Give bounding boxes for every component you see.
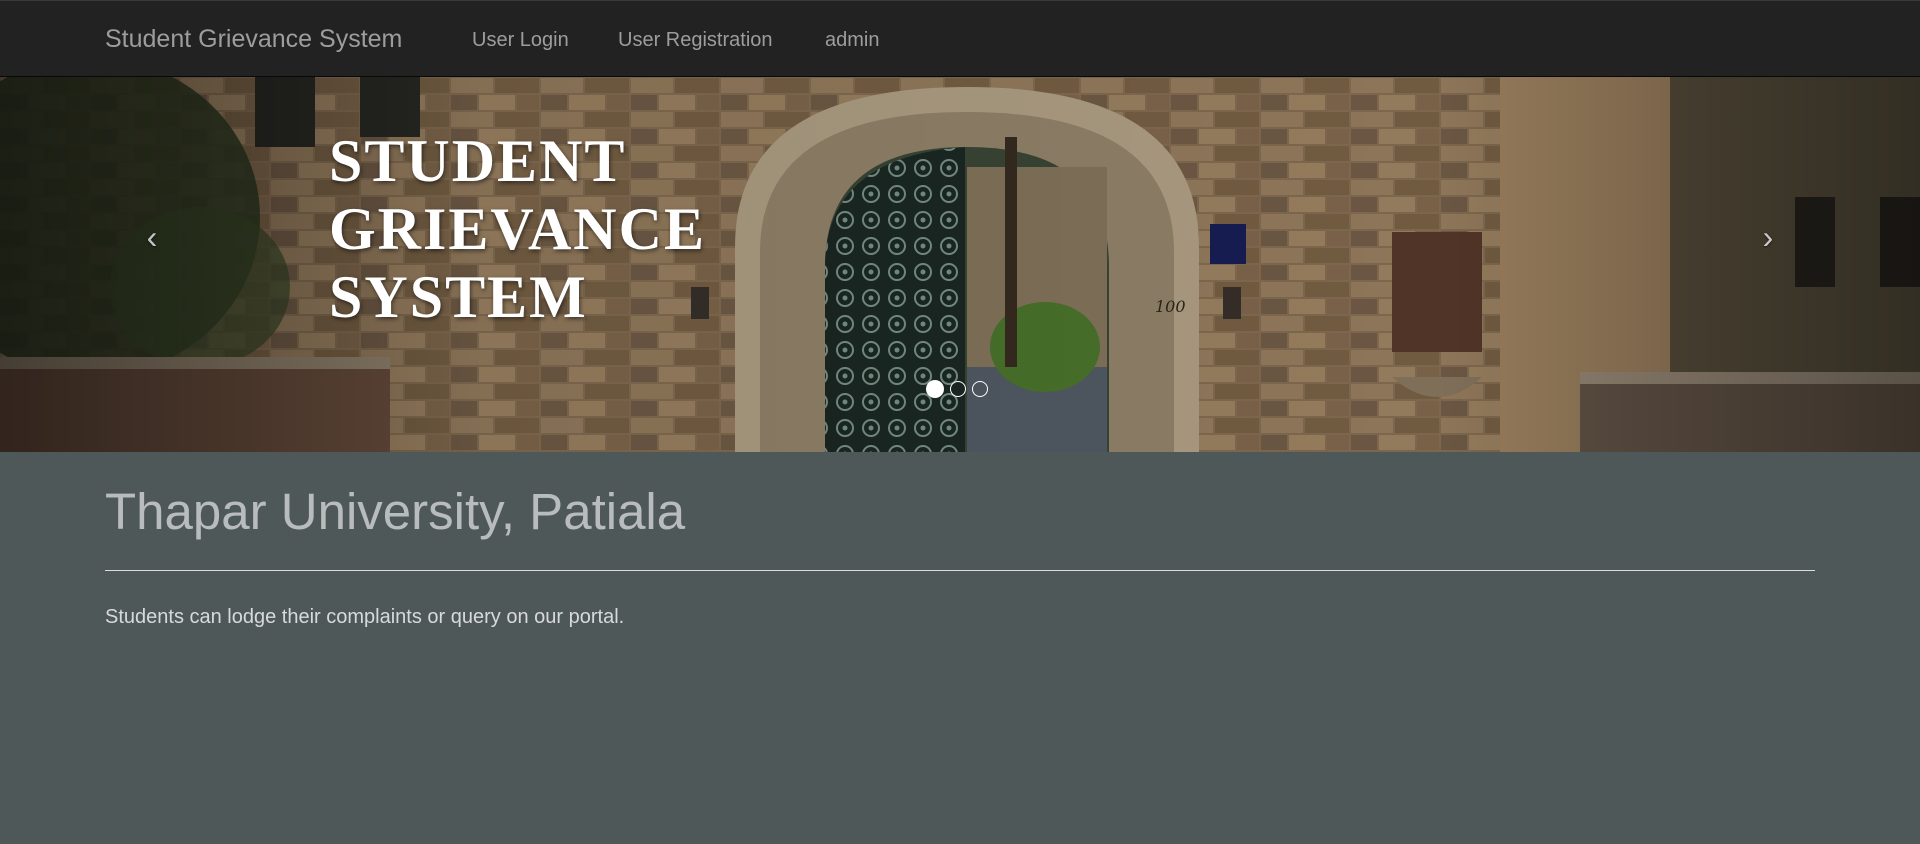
carousel-indicator-1[interactable] [926,380,944,398]
arch-number: 100 [1155,297,1186,316]
nav-user-registration[interactable]: User Registration [618,27,773,53]
caption-line-3: SYSTEM [329,264,588,330]
hero-carousel: 100 STUDENT GRIEVANCE SYSTEM ‹ › [0,77,1920,452]
carousel-indicators [926,380,988,398]
carousel-indicator-2[interactable] [950,381,966,397]
carousel-caption: STUDENT GRIEVANCE SYSTEM [329,127,706,331]
divider [105,570,1815,571]
page-tagline: Students can lodge their complaints or q… [105,606,625,628]
carousel-next-icon[interactable]: › [1753,217,1783,257]
carousel-indicator-3[interactable] [972,381,988,397]
caption-line-1: STUDENT [329,128,627,194]
page-heading: Thapar University, Patiala [105,483,686,540]
brand-link[interactable]: Student Grievance System [105,23,402,55]
nav-user-login[interactable]: User Login [472,27,569,53]
caption-line-2: GRIEVANCE [329,196,706,262]
carousel-prev-icon[interactable]: ‹ [137,217,167,257]
navbar: Student Grievance System User Login User… [0,0,1920,77]
nav-admin[interactable]: admin [825,27,879,53]
